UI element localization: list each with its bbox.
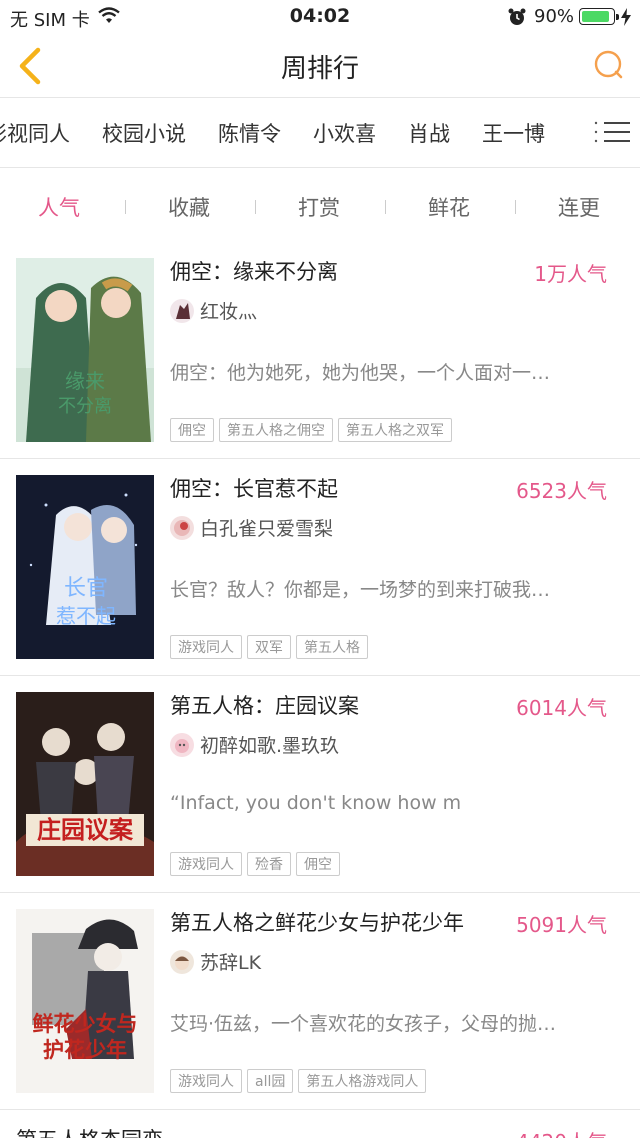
tag-item[interactable]: 陈情令 (218, 122, 281, 146)
search-button[interactable] (592, 48, 626, 82)
author: 红妆灬 (170, 297, 257, 324)
svg-text:鲜花少女与: 鲜花少女与 (33, 1011, 138, 1036)
book-title: 第五人格杰园恋 (16, 1124, 163, 1138)
sort-divider (125, 200, 126, 214)
popularity-count: 4420人气 (516, 1126, 607, 1138)
menu-icon (590, 117, 630, 151)
sort-divider (385, 200, 386, 214)
book-label[interactable]: 佣空 (170, 418, 214, 442)
book-cover: 长官 惹不起 (16, 475, 154, 659)
nav-bar: 周排行 (0, 34, 640, 98)
status-bar: 无 SIM 卡 04:02 90% (0, 0, 640, 34)
category-tags: 影视同人 校园小说 陈情令 小欢喜 肖战 王一博 (0, 118, 577, 148)
book-item[interactable]: 鲜花少女与 护花少年 第五人格之鲜花少女与护花少年 5091人气 苏辞LK 艾玛… (0, 893, 640, 1110)
tag-item[interactable]: 王一博 (482, 122, 545, 146)
svg-text:长官: 长官 (64, 576, 108, 601)
svg-text:不分离: 不分离 (58, 396, 112, 417)
author-name: 苏辞LK (200, 952, 262, 974)
sort-option-flowers[interactable]: 鲜花 (399, 192, 499, 222)
book-title: 第五人格：庄园议案 (170, 694, 359, 718)
book-item[interactable]: 缘来 不分离 佣空：缘来不分离 1万人气 红妆灬 佣空：他为她死，她为他哭，一个… (0, 242, 640, 459)
book-label[interactable]: 第五人格之双军 (338, 418, 452, 442)
tag-item[interactable]: 小欢喜 (313, 122, 376, 146)
author: 初醉如歌.墨玖玖 (170, 731, 339, 758)
battery-icon (579, 8, 619, 25)
book-label[interactable]: 游戏同人 (170, 1069, 242, 1093)
popularity-count: 6014人气 (516, 696, 607, 720)
alarm-icon (507, 7, 527, 31)
author-name: 红妆灬 (200, 301, 258, 323)
tag-item[interactable]: 校园小说 (102, 122, 186, 146)
sort-option-favorites[interactable]: 收藏 (139, 192, 239, 222)
category-tag-bar[interactable]: 影视同人 校园小说 陈情令 小欢喜 肖战 王一博 (0, 98, 640, 168)
search-icon (594, 50, 623, 79)
book-item[interactable]: 长官 惹不起 佣空：长官惹不起 6523人气 白孔雀只爱雪梨 长官？敌人？你都是… (0, 459, 640, 676)
book-label[interactable]: 游戏同人 (170, 852, 242, 876)
svg-text:护花少年: 护花少年 (43, 1037, 127, 1062)
book-cover: 鲜花少女与 护花少年 (16, 909, 154, 1093)
avatar (170, 516, 194, 540)
sort-option-updates[interactable]: 连更 (529, 192, 629, 222)
popularity-count: 1万人气 (534, 262, 607, 286)
book-item[interactable]: 庄园议案 第五人格：庄园议案 6014人气 初醉如歌.墨玖玖 “Infact, … (0, 676, 640, 893)
book-description: “Infact, you don't know how m (170, 792, 462, 814)
popularity-count: 5091人气 (516, 913, 607, 937)
book-title: 佣空：缘来不分离 (170, 260, 338, 284)
avatar (170, 733, 194, 757)
book-label[interactable]: 殓香 (247, 852, 291, 876)
svg-text:缘来: 缘来 (65, 369, 105, 393)
sort-bar: 人气 收藏 打赏 鲜花 连更 (0, 168, 640, 242)
book-label[interactable]: 佣空 (296, 852, 340, 876)
ranking-list: 缘来 不分离 佣空：缘来不分离 1万人气 红妆灬 佣空：他为她死，她为他哭，一个… (0, 242, 640, 1138)
book-label[interactable]: all园 (247, 1069, 294, 1093)
book-item[interactable]: 第五人格杰园恋 4420人气 (0, 1110, 640, 1138)
sort-divider (255, 200, 256, 214)
avatar (170, 950, 194, 974)
book-cover: 庄园议案 (16, 692, 154, 876)
author: 苏辞LK (170, 948, 261, 975)
book-labels: 游戏同人 殓香 佣空 (170, 852, 345, 876)
book-title: 佣空：长官惹不起 (170, 477, 338, 501)
book-description: 佣空：他为她死，她为他哭，一个人面对一… (170, 362, 551, 384)
book-label[interactable]: 游戏同人 (170, 635, 242, 659)
book-description: 长官？敌人？你都是，一场梦的到来打破我… (170, 579, 551, 601)
page-title: 周排行 (280, 54, 359, 84)
sort-option-rewards[interactable]: 打赏 (269, 192, 369, 222)
book-title: 第五人格之鲜花少女与护花少年 (170, 911, 464, 935)
author: 白孔雀只爱雪梨 (170, 514, 333, 541)
svg-text:惹不起: 惹不起 (56, 604, 116, 628)
author-name: 白孔雀只爱雪梨 (200, 518, 334, 540)
author-name: 初醉如歌.墨玖玖 (200, 735, 340, 757)
book-label[interactable]: 双军 (247, 635, 291, 659)
book-label[interactable]: 第五人格之佣空 (219, 418, 333, 442)
sort-divider (515, 200, 516, 214)
tag-item[interactable]: 影视同人 (0, 122, 70, 146)
book-label[interactable]: 第五人格 (296, 635, 368, 659)
book-labels: 佣空 第五人格之佣空 第五人格之双军 (170, 418, 457, 442)
battery-percentage: 90% (534, 6, 575, 27)
book-labels: 游戏同人 双军 第五人格 (170, 635, 373, 659)
book-label[interactable]: 第五人格游戏同人 (298, 1069, 427, 1093)
book-cover: 缘来 不分离 (16, 258, 154, 442)
book-description: 艾玛·伍兹，一个喜欢花的女孩子，父母的抛… (170, 1013, 557, 1035)
charging-icon (620, 7, 632, 31)
book-labels: 游戏同人 all园 第五人格游戏同人 (170, 1069, 431, 1093)
popularity-count: 6523人气 (516, 479, 607, 503)
avatar (170, 299, 194, 323)
sort-option-popularity[interactable]: 人气 (9, 192, 109, 222)
tag-menu-button[interactable] (590, 117, 634, 151)
tag-item[interactable]: 肖战 (408, 122, 450, 146)
svg-text:庄园议案: 庄园议案 (37, 815, 134, 844)
